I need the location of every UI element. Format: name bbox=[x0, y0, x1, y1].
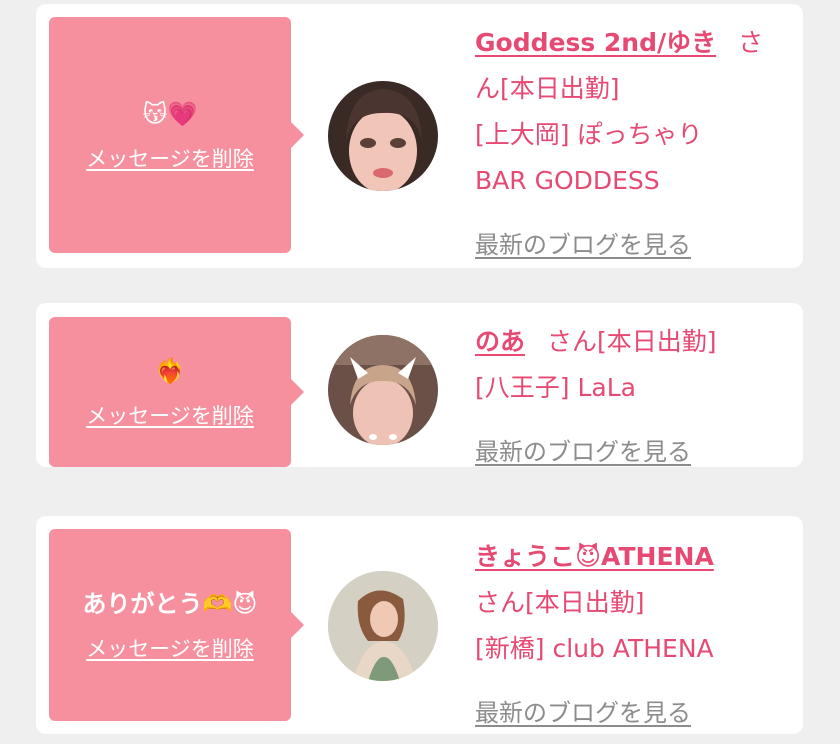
avatar[interactable] bbox=[328, 81, 438, 191]
area-shop: [八王子] LaLa bbox=[475, 373, 636, 402]
message-bubble: ❤️‍🔥 メッセージを削除 bbox=[49, 317, 304, 467]
latest-blog-link[interactable]: 最新のブログを見る bbox=[475, 429, 691, 475]
message-bubble: 😽💗 メッセージを削除 bbox=[49, 17, 304, 253]
shop-name: BAR GODDESS bbox=[475, 166, 660, 195]
attendance-status: さん[本日出勤] bbox=[547, 327, 717, 356]
cast-name-link[interactable]: Goddess 2nd/ゆき bbox=[475, 28, 716, 57]
message-text: ありがとう🫶😈 bbox=[82, 590, 258, 618]
area-shop: [新橋] club ATHENA bbox=[475, 634, 714, 663]
delete-message-link[interactable]: メッセージを削除 bbox=[86, 633, 254, 663]
attendance-status: さん[本日出勤] bbox=[475, 588, 645, 617]
attendance-status: ん[本日出勤] bbox=[475, 74, 620, 103]
message-text: 😽💗 bbox=[142, 100, 198, 128]
cast-name-link[interactable]: のあ bbox=[475, 327, 525, 356]
area-genre: [上大岡] ぽっちゃり bbox=[475, 120, 703, 149]
message-card: ❤️‍🔥 メッセージを削除 のあ さん[本日出勤] [八王子] LaLa 最新のブ… bbox=[36, 303, 803, 467]
cast-name-link[interactable]: きょうこ😈ATHENA bbox=[475, 542, 714, 571]
message-card: 😽💗 メッセージを削除 Goddess 2nd/ゆきさ ん[本日出勤] [上大岡… bbox=[36, 4, 803, 268]
message-card: ありがとう🫶😈 メッセージを削除 きょうこ😈ATHENA さん[本日出勤] [新… bbox=[36, 516, 803, 734]
message-list: 😽💗 メッセージを削除 Goddess 2nd/ゆきさ ん[本日出勤] [上大岡… bbox=[0, 0, 840, 744]
delete-message-link[interactable]: メッセージを削除 bbox=[86, 400, 254, 430]
cast-info: のあ さん[本日出勤] [八王子] LaLa 最新のブログを見る bbox=[475, 319, 787, 475]
message-text: ❤️‍🔥 bbox=[155, 357, 185, 385]
latest-blog-link[interactable]: 最新のブログを見る bbox=[475, 690, 691, 736]
latest-blog-link[interactable]: 最新のブログを見る bbox=[475, 222, 691, 268]
cast-info: きょうこ😈ATHENA さん[本日出勤] [新橋] club ATHENA 最新… bbox=[475, 534, 787, 736]
avatar[interactable] bbox=[328, 571, 438, 681]
name-suffix: さ bbox=[738, 28, 764, 57]
cast-info: Goddess 2nd/ゆきさ ん[本日出勤] [上大岡] ぽっちゃり BAR … bbox=[475, 20, 787, 268]
delete-message-link[interactable]: メッセージを削除 bbox=[86, 143, 254, 173]
message-bubble: ありがとう🫶😈 メッセージを削除 bbox=[49, 529, 304, 721]
avatar[interactable] bbox=[328, 335, 438, 445]
